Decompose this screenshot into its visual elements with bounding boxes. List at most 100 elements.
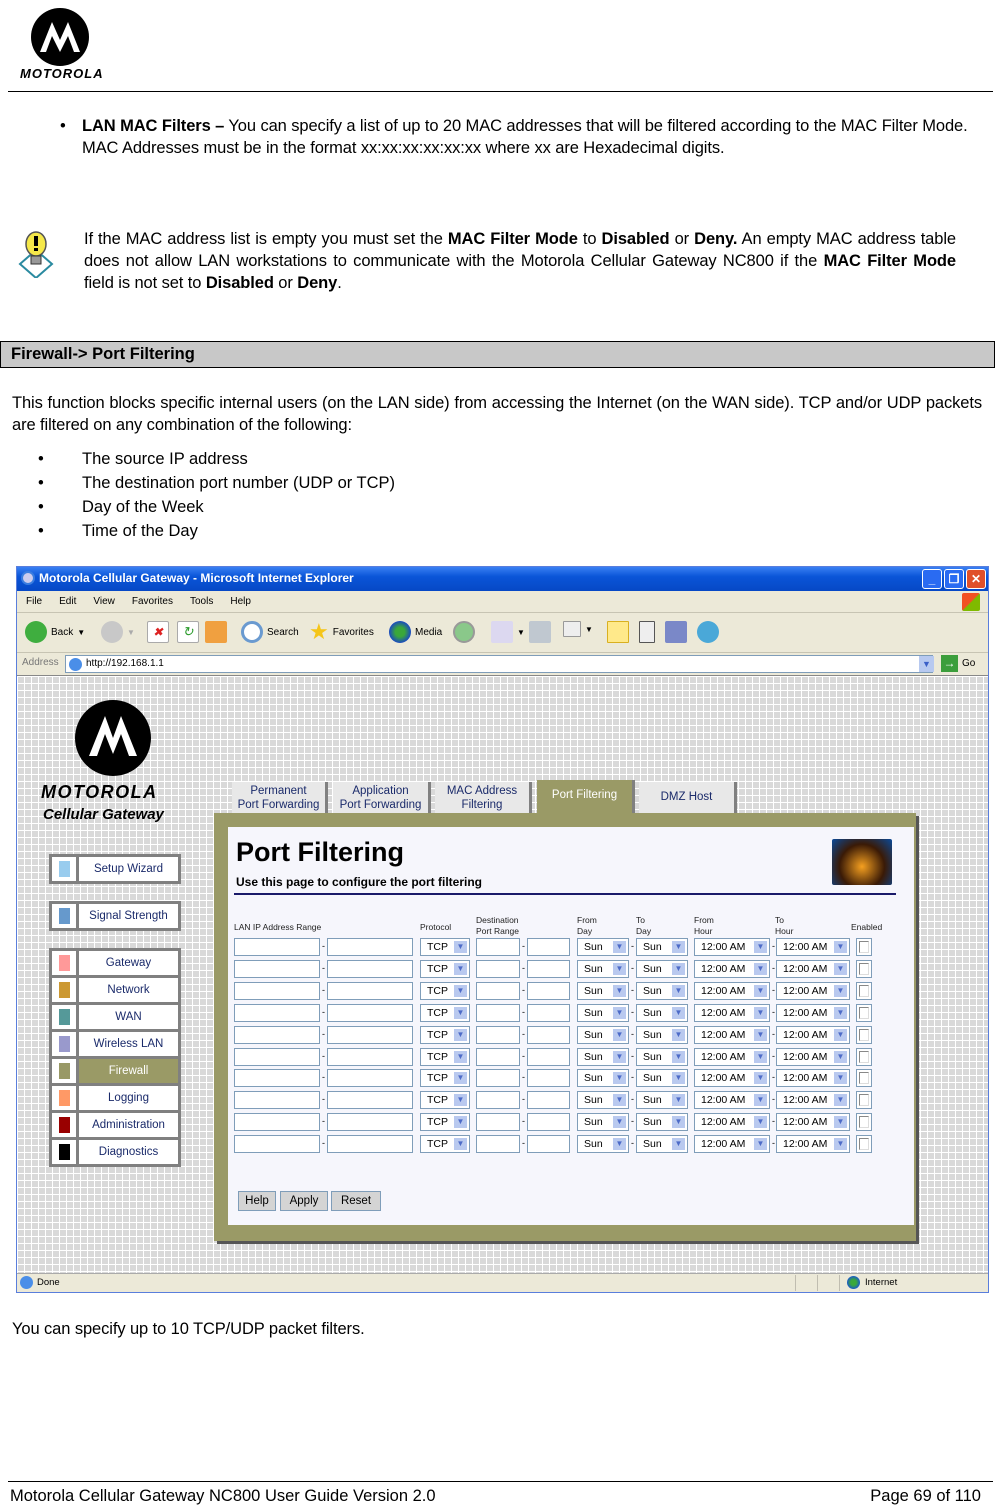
mail-button[interactable]: ▼ [491,621,525,643]
port-end-input[interactable] [527,1091,570,1110]
edit-button[interactable]: ▼ [563,621,593,637]
nav-item-setup-wizard[interactable]: Setup Wizard [52,857,178,881]
minimize-button[interactable]: _ [922,569,942,589]
port-start-input[interactable] [476,1069,520,1088]
from-hour-select[interactable]: 12:00 AM ▼ [694,981,770,1000]
from-hour-select[interactable]: 12:00 AM ▼ [694,1069,770,1088]
go-button[interactable]: → Go [941,655,975,672]
ip-start-input[interactable] [234,959,320,978]
home-button[interactable] [205,621,227,643]
ip-end-input[interactable] [327,1025,413,1044]
to-hour-select[interactable]: 12:00 AM ▼ [776,1025,850,1044]
to-hour-select[interactable]: 12:00 AM ▼ [776,1047,850,1066]
enabled-checkbox[interactable] [856,981,872,1000]
to-hour-select[interactable]: 12:00 AM ▼ [776,1135,850,1154]
ip-end-input[interactable] [327,1069,413,1088]
protocol-select[interactable]: TCP ▼ [420,959,470,978]
ip-start-input[interactable] [234,1047,320,1066]
to-hour-select[interactable]: 12:00 AM ▼ [776,959,850,978]
nav-item-wan[interactable]: WAN [52,1005,178,1029]
enabled-checkbox[interactable] [856,1135,872,1154]
protocol-select[interactable]: TCP ▼ [420,1003,470,1022]
from-day-select[interactable]: Sun ▼ [577,959,629,978]
search-button[interactable]: Search [241,621,299,643]
to-day-select[interactable]: Sun ▼ [636,938,688,956]
to-hour-select[interactable]: 12:00 AM ▼ [776,1113,850,1132]
close-button[interactable]: ✕ [966,569,986,589]
port-end-input[interactable] [527,1003,570,1022]
from-hour-select[interactable]: 12:00 AM ▼ [694,1113,770,1132]
to-day-select[interactable]: Sun ▼ [636,959,688,978]
ip-start-input[interactable] [234,938,320,956]
ip-end-input[interactable] [327,1047,413,1066]
protocol-select[interactable]: TCP ▼ [420,1135,470,1154]
protocol-select[interactable]: TCP ▼ [420,981,470,1000]
port-end-input[interactable] [527,938,570,956]
from-hour-select[interactable]: 12:00 AM ▼ [694,1047,770,1066]
media-button[interactable]: Media [389,621,442,643]
back-button[interactable]: Back ▼ [25,621,85,643]
enabled-checkbox[interactable] [856,1025,872,1044]
ip-start-input[interactable] [234,1091,320,1110]
address-dropdown[interactable]: ▼ [919,656,934,672]
tab-port-filtering[interactable]: Port Filtering [537,780,635,814]
ip-start-input[interactable] [234,1025,320,1044]
from-day-select[interactable]: Sun ▼ [577,1047,629,1066]
tab-mac-address-filtering[interactable]: MAC Address Filtering [435,782,532,814]
port-start-input[interactable] [476,1091,520,1110]
reset-button[interactable]: Reset [331,1191,381,1211]
from-hour-select[interactable]: 12:00 AM ▼ [694,1003,770,1022]
port-end-input[interactable] [527,1113,570,1132]
tab-dmz-host[interactable]: DMZ Host [639,782,737,814]
port-start-input[interactable] [476,959,520,978]
print-button[interactable] [529,621,551,643]
help-button[interactable]: Help [238,1191,276,1211]
protocol-select[interactable]: TCP ▼ [420,1047,470,1066]
menu-edit[interactable]: Edit [50,591,84,607]
to-day-select[interactable]: Sun ▼ [636,1025,688,1044]
restore-button[interactable]: ❐ [944,569,964,589]
port-end-input[interactable] [527,1025,570,1044]
menu-favorites[interactable]: Favorites [123,591,181,607]
menu-file[interactable]: File [17,591,50,607]
menu-help[interactable]: Help [221,591,259,607]
protocol-select[interactable]: TCP ▼ [420,1113,470,1132]
to-day-select[interactable]: Sun ▼ [636,1069,688,1088]
ip-end-input[interactable] [327,938,413,956]
port-end-input[interactable] [527,981,570,1000]
to-hour-select[interactable]: 12:00 AM ▼ [776,938,850,956]
favorites-button[interactable]: ★ Favorites [309,621,374,643]
from-day-select[interactable]: Sun ▼ [577,1135,629,1154]
messenger-button[interactable] [697,621,719,643]
nav-item-signal-strength[interactable]: Signal Strength [52,904,178,928]
ip-start-input[interactable] [234,1069,320,1088]
to-day-select[interactable]: Sun ▼ [636,981,688,1000]
forward-button[interactable]: ▼ [101,621,135,643]
ip-start-input[interactable] [234,1113,320,1132]
protocol-select[interactable]: TCP ▼ [420,1069,470,1088]
to-day-select[interactable]: Sun ▼ [636,1091,688,1110]
stop-button[interactable]: ✖ [147,621,169,643]
enabled-checkbox[interactable] [856,1091,872,1110]
to-hour-select[interactable]: 12:00 AM ▼ [776,1091,850,1110]
port-end-input[interactable] [527,959,570,978]
notes-button[interactable] [607,621,629,643]
from-day-select[interactable]: Sun ▼ [577,1025,629,1044]
ip-end-input[interactable] [327,1113,413,1132]
refresh-button[interactable]: ↻ [177,621,199,643]
from-day-select[interactable]: Sun ▼ [577,1113,629,1132]
port-end-input[interactable] [527,1135,570,1154]
ip-end-input[interactable] [327,1091,413,1110]
port-start-input[interactable] [476,1135,520,1154]
address-input[interactable]: http://192.168.1.1 [65,655,933,673]
from-hour-select[interactable]: 12:00 AM ▼ [694,1025,770,1044]
ip-end-input[interactable] [327,1003,413,1022]
port-end-input[interactable] [527,1069,570,1088]
from-hour-select[interactable]: 12:00 AM ▼ [694,938,770,956]
nav-item-diagnostics[interactable]: Diagnostics [52,1140,178,1164]
nav-item-wireless-lan[interactable]: Wireless LAN [52,1032,178,1056]
to-hour-select[interactable]: 12:00 AM ▼ [776,981,850,1000]
discuss-button[interactable] [639,621,655,643]
port-start-input[interactable] [476,981,520,1000]
port-start-input[interactable] [476,1047,520,1066]
